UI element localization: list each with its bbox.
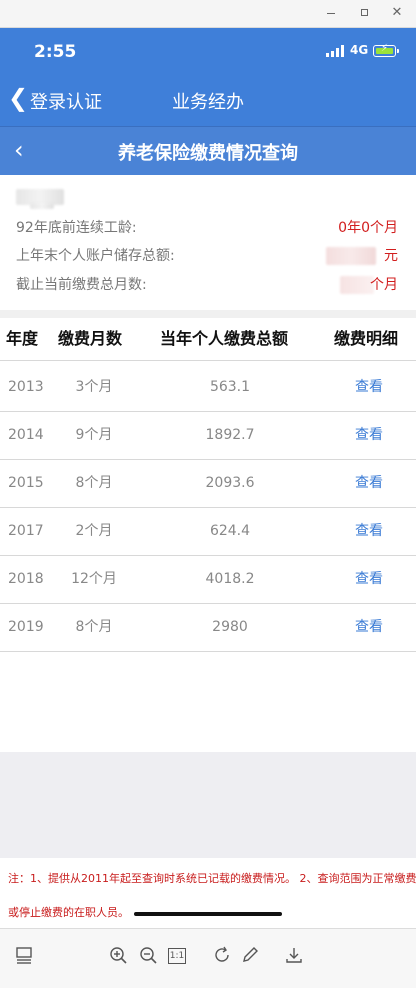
cell-amount: 4018.2 [205, 571, 255, 587]
cell-amount: 563.1 [209, 379, 251, 395]
cell-months: 2个月 [75, 523, 113, 539]
cell-amount: 1892.7 [205, 427, 255, 443]
table-row: 2017 2个月 624.4 查看 [0, 508, 416, 556]
redacted-value [326, 247, 376, 265]
network-type: 4G [350, 43, 369, 57]
edit-icon[interactable] [240, 945, 262, 967]
nav-back-button[interactable]: 登录认证 [30, 88, 102, 114]
notice-line: 注：1、提供从2011年起至查询时系统已记载的缴费情况。 2、查询范围为正常缴费 [8, 872, 416, 885]
cell-months: 12个月 [71, 571, 117, 587]
table-row: 2013 3个月 563.1 查看 [0, 364, 416, 412]
download-icon[interactable] [284, 945, 306, 967]
close-icon: ✕ [391, 5, 403, 20]
cell-months: 8个月 [75, 475, 113, 491]
notice-line: 或停止缴费的在职人员。 [8, 906, 129, 919]
cell-year: 2013 [8, 379, 44, 395]
nav-title: 业务经办 [172, 92, 244, 113]
notice-text: 注：1、提供从2011年起至查询时系统已记载的缴费情况。 2、查询范围为正常缴费… [0, 858, 416, 928]
table-row: 2015 8个月 2093.6 查看 [0, 460, 416, 508]
cell-amount: 624.4 [209, 523, 251, 539]
info-value: 元 [384, 248, 398, 264]
view-detail-link[interactable]: 查看 [355, 556, 383, 603]
view-detail-link[interactable]: 查看 [355, 364, 383, 411]
info-label: 92年底前连续工龄: [16, 220, 137, 236]
rotate-icon[interactable] [212, 945, 234, 967]
viewer-toolbar: 1:1 [0, 928, 416, 988]
view-detail-link[interactable]: 查看 [355, 508, 383, 555]
cell-year: 2018 [8, 571, 44, 587]
maximize-icon [361, 9, 368, 16]
cell-year: 2015 [8, 475, 44, 491]
cell-year: 2014 [8, 427, 44, 443]
view-detail-link[interactable]: 查看 [355, 604, 383, 651]
redacted-name-tail [30, 203, 54, 209]
table-row: 2019 8个月 2980 查看 [0, 604, 416, 652]
info-value: 个月 [370, 277, 398, 293]
info-row-total-months: 截止当前缴费总月数: 个月 [0, 272, 416, 296]
home-indicator[interactable] [134, 912, 282, 916]
info-value: 0年0个月 [338, 220, 398, 236]
column-header-year: 年度 [6, 329, 39, 348]
cell-year: 2017 [8, 523, 44, 539]
phone-status-bar: 2:55 4G ⚡ [0, 28, 416, 74]
column-header-detail: 缴费明细 [334, 329, 399, 348]
window-titlebar: ✕ [0, 0, 416, 28]
empty-area [0, 752, 416, 858]
table-row: 2018 12个月 4018.2 查看 [0, 556, 416, 604]
cell-months: 3个月 [75, 379, 113, 395]
table-row: 2014 9个月 1892.7 查看 [0, 412, 416, 460]
table-header: 年度 缴费月数 当年个人缴费总额 缴费明细 [0, 318, 416, 361]
cell-amount: 2093.6 [205, 475, 255, 491]
column-header-months: 缴费月数 [58, 329, 123, 348]
zoom-in-icon[interactable] [108, 945, 130, 967]
redacted-value [340, 276, 374, 294]
minimize-button[interactable] [322, 4, 340, 22]
column-header-amount: 当年个人缴费总额 [160, 329, 289, 348]
page-header: ‹ 养老保险缴费情况查询 [0, 126, 416, 175]
info-label: 截止当前缴费总月数: [16, 277, 147, 293]
minimize-icon [327, 13, 335, 14]
chevron-left-icon[interactable]: ❮ [8, 84, 28, 112]
layout-icon[interactable] [14, 945, 36, 967]
cell-months: 9个月 [75, 427, 113, 443]
app-nav-bar: ❮ 登录认证 业务经办 [0, 74, 416, 126]
zoom-out-icon[interactable] [138, 945, 160, 967]
view-detail-link[interactable]: 查看 [355, 460, 383, 507]
maximize-button[interactable] [356, 4, 374, 22]
status-time: 2:55 [34, 42, 77, 62]
account-info: 92年底前连续工龄: 0年0个月 上年末个人账户储存总额: 元 截止当前缴费总月… [0, 175, 416, 310]
signal-icon [326, 45, 346, 57]
info-row-seniority: 92年底前连续工龄: 0年0个月 [0, 215, 416, 239]
info-row-balance: 上年末个人账户储存总额: 元 [0, 243, 416, 267]
cell-months: 8个月 [75, 619, 113, 635]
battery-icon: ⚡ [373, 43, 399, 57]
view-detail-link[interactable]: 查看 [355, 412, 383, 459]
cell-year: 2019 [8, 619, 44, 635]
section-divider [0, 310, 416, 318]
cell-amount: 2980 [212, 619, 248, 635]
page-title: 养老保险缴费情况查询 [118, 143, 298, 164]
info-label: 上年末个人账户储存总额: [16, 248, 175, 264]
actual-size-icon[interactable]: 1:1 [168, 948, 186, 964]
close-button[interactable]: ✕ [388, 4, 406, 22]
